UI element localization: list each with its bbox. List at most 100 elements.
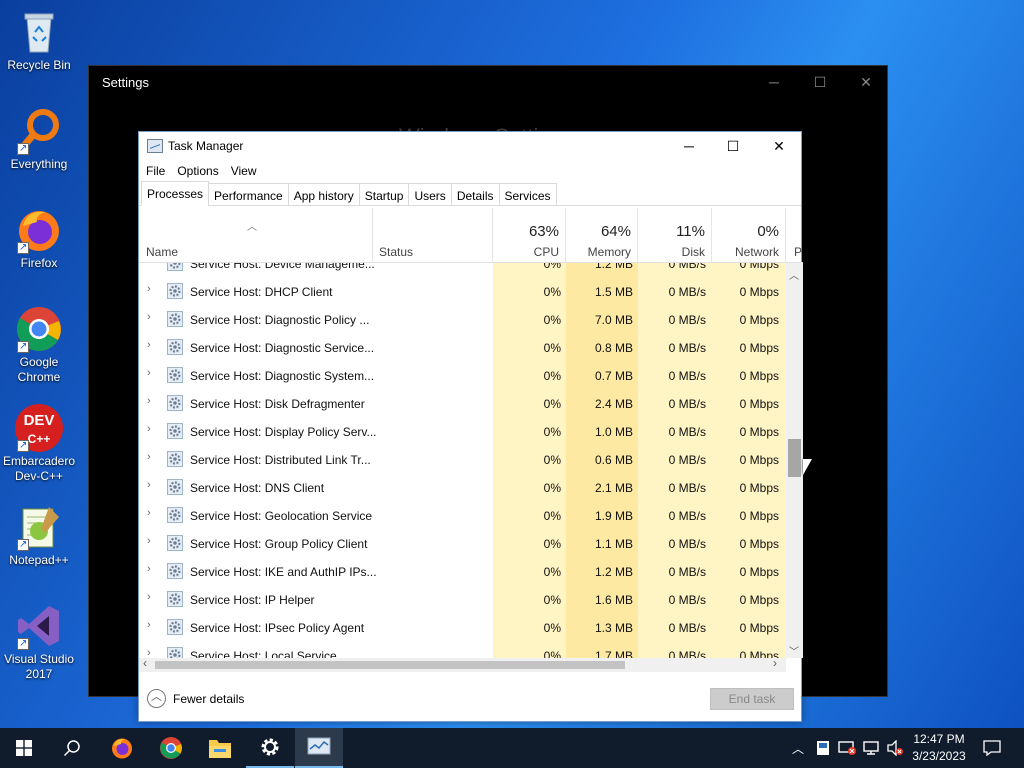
process-name: Service Host: Device Manageme... <box>190 263 375 271</box>
tab-app-history[interactable]: App history <box>287 183 360 206</box>
desktop-icon-firefox[interactable]: Firefox <box>0 206 78 271</box>
expand-chevron-icon[interactable]: › <box>147 479 151 491</box>
fewer-details-icon[interactable]: ︿ <box>147 689 166 708</box>
column-memory-label: Memory <box>587 245 631 259</box>
table-row[interactable]: › Service Host: DHCP Client 0% 1.5 MB 0 MB/s… <box>139 277 786 305</box>
taskbar-chrome[interactable] <box>147 728 195 768</box>
table-row[interactable]: › Service Host: Display Policy Serv... 0% 1… <box>139 417 786 445</box>
table-row[interactable]: › Service Host: Device Manageme... 0% 1.2 M… <box>139 263 786 277</box>
vertical-scrollbar[interactable]: ︿ ﹀ <box>786 263 803 658</box>
tab-details[interactable]: Details <box>450 183 500 206</box>
process-network: 0 Mbps <box>739 453 779 467</box>
vertical-scroll-thumb[interactable] <box>788 439 801 477</box>
expand-chevron-icon[interactable]: › <box>147 423 151 435</box>
minimize-button[interactable]: ─ <box>666 132 712 160</box>
expand-chevron-icon[interactable]: › <box>147 647 151 658</box>
task-manager-titlebar[interactable]: Task Manager ─ ☐ ✕ <box>139 132 801 160</box>
tab-startup[interactable]: Startup <box>358 183 410 206</box>
table-row[interactable]: › Service Host: DNS Client 0% 2.1 MB 0 MB/s 0… <box>139 473 786 501</box>
horizontal-scroll-thumb[interactable] <box>155 661 625 669</box>
expand-chevron-icon[interactable]: › <box>147 451 151 463</box>
desktop-icon-label: Visual Studio 2017 <box>4 652 74 681</box>
desktop-icon-notepadpp[interactable]: Notepad++ <box>0 503 78 568</box>
action-center-button[interactable] <box>978 728 1006 768</box>
table-row[interactable]: › Service Host: Distributed Link Tr... 0% 0… <box>139 445 786 473</box>
table-row[interactable]: › Service Host: IP Helper 0% 1.6 MB 0 MB/s 0 … <box>139 585 786 613</box>
expand-chevron-icon[interactable]: › <box>147 283 151 295</box>
service-gear-icon <box>167 395 183 411</box>
search-button[interactable] <box>48 728 96 768</box>
desktop-icon-label: Recycle Bin <box>7 58 71 72</box>
column-name[interactable]: ︿ Name <box>139 208 373 263</box>
show-hidden-icons-button[interactable]: ︿ <box>788 728 808 768</box>
taskbar-settings[interactable] <box>246 728 294 768</box>
chrome-icon <box>160 737 182 759</box>
desktop-icon-label: Embarcadero Dev-C++ <box>2 454 76 483</box>
table-row[interactable]: › Service Host: Geolocation Service 0% 1.9 … <box>139 501 786 529</box>
scroll-right-icon[interactable]: › <box>773 656 777 670</box>
column-cpu[interactable]: 63% CPU <box>493 208 566 263</box>
tab-services[interactable]: Services <box>498 183 557 206</box>
expand-chevron-icon[interactable]: › <box>147 563 151 575</box>
process-memory: 0.6 MB <box>594 453 633 467</box>
desktop-icon-chrome[interactable]: Google Chrome <box>0 305 78 385</box>
column-status[interactable]: Status <box>373 208 493 263</box>
table-row[interactable]: › Service Host: IKE and AuthIP IPs... 0% 1.… <box>139 557 786 585</box>
start-button[interactable] <box>0 728 48 768</box>
taskbar-clock[interactable]: 12:47 PM 3/23/2023 <box>906 731 972 765</box>
tab-performance[interactable]: Performance <box>208 183 289 206</box>
desktop-icon-everything[interactable]: Everything <box>0 107 78 172</box>
menu-file[interactable]: File <box>146 160 172 182</box>
column-memory[interactable]: 64% Memory <box>566 208 638 263</box>
tray-network[interactable] <box>860 728 882 768</box>
table-row[interactable]: › Service Host: Diagnostic Policy ... 0% 7.… <box>139 305 786 333</box>
tab-users[interactable]: Users <box>408 183 452 206</box>
expand-chevron-icon[interactable]: › <box>147 367 151 379</box>
table-row[interactable]: › Service Host: IPsec Policy Agent 0% 1.3 M… <box>139 613 786 641</box>
expand-chevron-icon[interactable]: › <box>147 619 151 631</box>
settings-close-button[interactable]: ✕ <box>843 70 889 94</box>
expand-chevron-icon[interactable]: › <box>147 263 151 267</box>
taskbar-task-manager[interactable] <box>295 728 343 768</box>
menu-view[interactable]: View <box>231 160 264 182</box>
tray-network-error[interactable] <box>836 728 858 768</box>
menu-options[interactable]: Options <box>177 160 225 182</box>
table-row[interactable]: › Service Host: Disk Defragmenter 0% 2.4 MB… <box>139 389 786 417</box>
process-list[interactable]: › Service Host: Device Manageme... 0% 1.2 M… <box>139 263 786 658</box>
tab-processes[interactable]: Processes <box>141 181 210 206</box>
tray-volume[interactable] <box>884 728 906 768</box>
maximize-button[interactable]: ☐ <box>710 132 756 160</box>
table-row[interactable]: › Service Host: Diagnostic System... 0% 0.7… <box>139 361 786 389</box>
column-power[interactable]: P <box>786 208 803 263</box>
expand-chevron-icon[interactable]: › <box>147 507 151 519</box>
task-manager-window[interactable]: Task Manager ─ ☐ ✕ File Options View Pro… <box>138 131 803 722</box>
close-button[interactable]: ✕ <box>756 132 802 160</box>
expand-chevron-icon[interactable]: › <box>147 311 151 323</box>
end-task-button[interactable]: End task <box>710 688 794 710</box>
expand-chevron-icon[interactable]: › <box>147 339 151 351</box>
desktop-icon-devcpp[interactable]: DEV C++ Embarcadero Dev-C++ <box>0 404 78 484</box>
expand-chevron-icon[interactable]: › <box>147 591 151 603</box>
process-memory: 1.7 MB <box>594 649 633 658</box>
expand-chevron-icon[interactable]: › <box>147 395 151 407</box>
desktop-icon-visual-studio[interactable]: Visual Studio 2017 <box>0 602 78 682</box>
table-row[interactable]: › Service Host: Group Policy Client 0% 1.1 … <box>139 529 786 557</box>
expand-chevron-icon[interactable]: › <box>147 535 151 547</box>
taskbar-firefox[interactable] <box>98 728 146 768</box>
table-row[interactable]: › Service Host: Local Service 0% 1.7 MB 0 MB… <box>139 641 786 658</box>
column-network[interactable]: 0% Network <box>712 208 786 263</box>
taskbar-file-explorer[interactable] <box>196 728 244 768</box>
fewer-details-link[interactable]: Fewer details <box>173 692 244 706</box>
column-disk[interactable]: 11% Disk <box>638 208 712 263</box>
desktop-icon-recycle-bin[interactable]: Recycle Bin <box>0 8 78 73</box>
settings-minimize-button[interactable]: ─ <box>751 70 797 94</box>
horizontal-scrollbar[interactable]: ‹ › <box>139 656 786 672</box>
scroll-left-icon[interactable]: ‹ <box>143 656 147 670</box>
table-row[interactable]: › Service Host: Diagnostic Service... 0% 0.… <box>139 333 786 361</box>
firefox-icon <box>15 206 63 255</box>
settings-maximize-button[interactable]: ☐ <box>797 70 843 94</box>
network-icon <box>863 741 879 755</box>
scroll-down-icon[interactable]: ﹀ <box>789 643 799 658</box>
tray-defender[interactable] <box>812 728 834 768</box>
scroll-up-icon[interactable]: ︿ <box>789 267 799 282</box>
